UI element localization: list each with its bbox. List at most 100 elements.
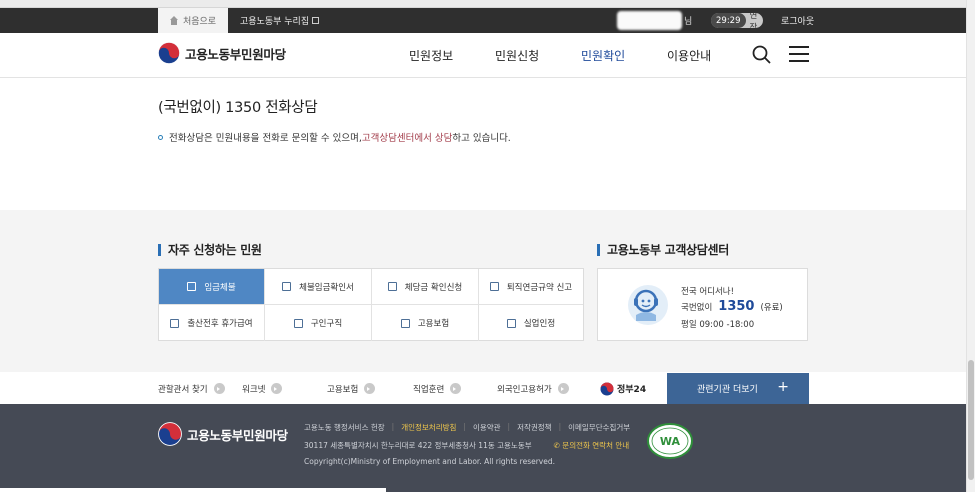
web-accessibility-badge-icon[interactable]: WA	[646, 421, 694, 461]
site-logo[interactable]: 고용노동부민원마당	[158, 42, 286, 64]
footer-link-terms[interactable]: 이용약관	[473, 422, 501, 433]
footer-logo: 고용노동부민원마당	[158, 422, 288, 446]
link-worknet[interactable]: 워크넷	[242, 373, 283, 404]
link-label: 워크넷	[242, 384, 266, 395]
link-gov24[interactable]: 정부24	[600, 373, 646, 404]
frequent-item-label: 출산전후 휴가급여	[187, 319, 253, 329]
frequent-item-employment-insurance[interactable]: 고용보험	[372, 305, 479, 341]
frequent-item-unemployment-cert[interactable]: 실업인정	[479, 305, 583, 341]
desc-text-before: 전화상담은 민원내용을 전화로 문의할 수 있으며,	[169, 133, 362, 144]
link-label: 관할관서 찾기	[158, 384, 208, 395]
frequent-item-label: 퇴직연금규약 신고	[506, 282, 573, 293]
person-icon	[506, 318, 516, 328]
arrow-circle-icon	[450, 383, 462, 394]
taegeuk-logo-icon	[158, 42, 180, 64]
footer-links: 고용노동 행정서비스 헌장 | 개인정보처리방침 | 이용약관 | 저작권정책 …	[304, 422, 631, 433]
title-bar-icon	[158, 243, 161, 256]
call-center-box: 전국 어디서나! 국번없이 1350 (유료) 평일 09:00 -18:00	[597, 268, 808, 341]
link-vocational-training[interactable]: 직업훈련	[413, 373, 462, 404]
footer-phone-link[interactable]: ✆ 문의전화 연락처 안내	[554, 440, 630, 451]
browser-chrome	[0, 0, 975, 8]
nav-civil-apply[interactable]: 민원신청	[495, 33, 539, 78]
logo-text: 고용노동부민원마당	[185, 46, 286, 62]
desc-highlight: 고객상담센터에서 상담	[361, 133, 453, 144]
link-foreign-employment[interactable]: 외국인고용허가	[497, 373, 569, 404]
nav-civil-info[interactable]: 민원정보	[409, 33, 453, 78]
bullet-icon	[158, 134, 163, 140]
nav-civil-check[interactable]: 민원확인	[581, 33, 625, 78]
footer-logo-text: 고용노동부민원마당	[187, 427, 288, 443]
footer-address-row: 30117 세종특별자치시 한누리대로 422 정부세종청사 11동 고용노동부…	[304, 440, 629, 451]
call-center-number: 1350	[718, 299, 755, 314]
arrow-circle-icon	[364, 383, 376, 394]
frequent-title-text: 자주 신청하는 민원	[168, 243, 262, 257]
footer-link-privacy[interactable]: 개인정보처리방침	[401, 422, 456, 433]
desc-text-after: 하고 있습니다.	[452, 133, 511, 144]
link-employment-insurance[interactable]: 고용보험	[327, 373, 376, 404]
footer-link-charter[interactable]: 고용노동 행정서비스 헌장	[304, 422, 385, 433]
phone-icon: ✆	[553, 441, 563, 450]
page-description: 전화상담은 민원내용을 전화로 문의할 수 있으며, 고객상담센터에서 상담 하…	[158, 130, 511, 144]
page-scrollbar[interactable]	[966, 0, 975, 492]
home-icon	[169, 16, 179, 25]
scrollbar-thumb[interactable]	[968, 360, 974, 480]
taegeuk-logo-icon	[158, 422, 182, 446]
call-center-line1: 전국 어디서나!	[681, 287, 735, 297]
frequent-item-wage-arrears[interactable]: 임금체불	[159, 269, 265, 305]
title-bar-icon	[597, 243, 600, 256]
frequent-item-label: 구인구직	[310, 319, 343, 329]
extend-button[interactable]: 연장	[746, 9, 764, 33]
frequent-item-substitute-payment[interactable]: 체당금 확인신청	[372, 269, 479, 305]
monitor-icon	[387, 282, 397, 291]
user-name-redacted	[617, 11, 682, 30]
page-title: (국번없이) 1350 전화상담	[158, 100, 318, 116]
call-agent-icon	[628, 285, 668, 325]
logout-button[interactable]: 로그아웃	[781, 8, 814, 33]
gov24-logo-icon	[600, 382, 614, 395]
frequent-item-maternity-benefit[interactable]: 출산전후 휴가급여	[159, 305, 265, 341]
search-icon[interactable]	[752, 45, 771, 64]
frequent-item-unpaid-wage-cert[interactable]: 체불임금확인서	[265, 269, 372, 305]
form-icon	[170, 318, 180, 328]
call-center-fee: (유료)	[760, 303, 783, 313]
card-icon	[400, 318, 410, 328]
job-icon	[293, 318, 303, 328]
footer-link-copyright[interactable]: 저작권정책	[517, 422, 552, 433]
nav-usage-guide[interactable]: 이용안내	[667, 33, 711, 78]
footer-phone-label: 문의전화 연락처 안내	[562, 441, 630, 450]
related-agencies-button[interactable]: 관련기관 더보기 +	[667, 373, 809, 404]
gov24-label: 정부24	[617, 385, 647, 395]
arrow-circle-icon	[213, 383, 225, 394]
footer-link-email-refusal[interactable]: 이메일무단수집거부	[568, 422, 630, 433]
computer-icon	[282, 282, 292, 291]
ministry-site-label: 고용노동부 누리집	[240, 17, 310, 27]
call-center-title-text: 고용노동부 고객상담센터	[607, 243, 730, 257]
hamburger-menu-icon[interactable]	[789, 46, 809, 62]
main-header: 고용노동부민원마당 민원정보 민원신청 민원확인 이용안내	[0, 33, 966, 78]
site-footer: 고용노동부민원마당 고용노동 행정서비스 헌장 | 개인정보처리방침 | 이용약…	[0, 404, 966, 492]
badge-text: WA	[660, 435, 681, 448]
frequent-item-job-search[interactable]: 구인구직	[265, 305, 372, 341]
frequent-item-pension-report[interactable]: 퇴직연금규약 신고	[479, 269, 583, 305]
call-center-title: 고용노동부 고객상담센터	[597, 241, 729, 258]
frequent-item-label: 실업인정	[523, 319, 556, 329]
chart-icon	[489, 282, 499, 291]
related-agencies-label: 관련기관 더보기	[697, 385, 758, 395]
link-label: 직업훈련	[413, 384, 445, 395]
related-links-bar: 관할관서 찾기 워크넷 고용보험 직업훈련 외국인고용허가 정부24	[0, 373, 966, 404]
call-center-prefix: 국번없이	[681, 303, 713, 313]
frequent-item-label: 체당금 확인신청	[404, 282, 463, 293]
session-timer[interactable]: 29:29 연장	[711, 11, 763, 33]
link-office-finder[interactable]: 관할관서 찾기	[158, 373, 225, 404]
frequent-title: 자주 신청하는 민원	[158, 241, 262, 258]
ministry-site-link[interactable]: 고용노동부 누리집	[240, 8, 320, 33]
user-suffix: 님	[684, 17, 693, 27]
session-time: 29:29	[711, 13, 746, 28]
arrow-circle-icon	[557, 383, 569, 394]
home-link[interactable]: 처음으로	[158, 8, 228, 33]
link-label: 고용보험	[327, 384, 359, 395]
footer-address: 30117 세종특별자치시 한누리대로 422 정부세종청사 11동 고용노동부	[304, 441, 532, 450]
external-link-icon	[312, 17, 320, 24]
frequent-grid: 임금체불 체불임금확인서 체당금 확인신청 퇴직연금규약 신고 출산전후 휴가급…	[158, 268, 584, 341]
plus-icon: +	[777, 379, 789, 395]
